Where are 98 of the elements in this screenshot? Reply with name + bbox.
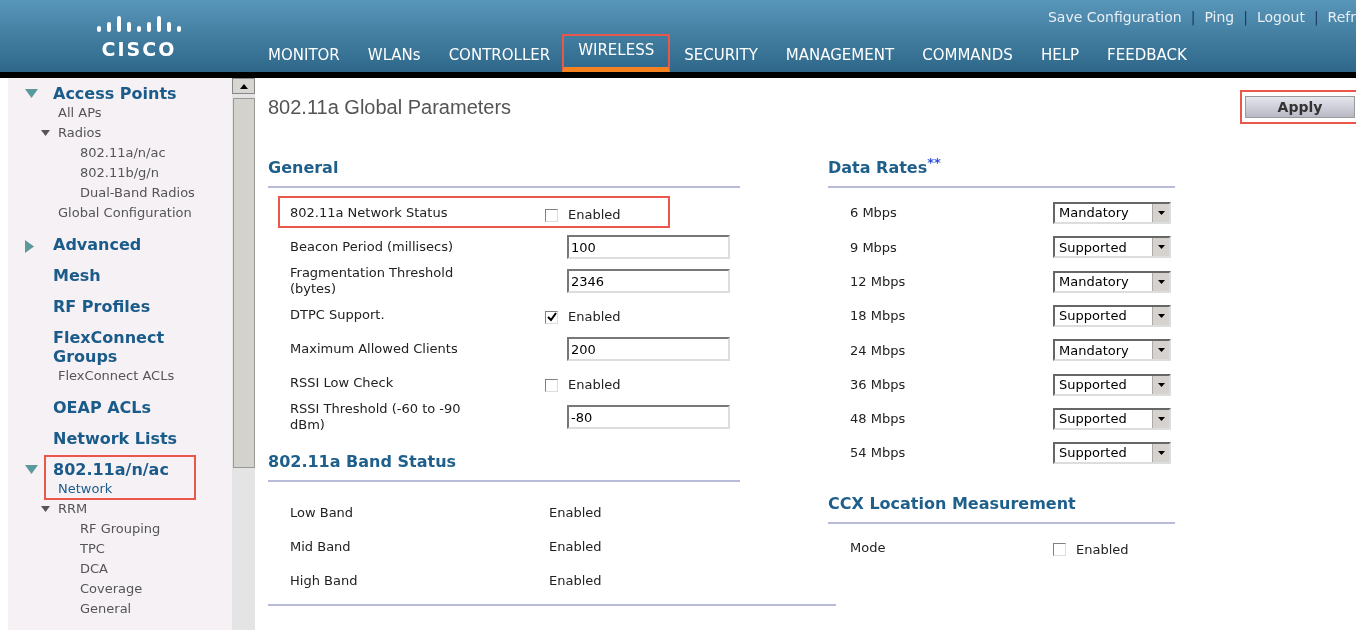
sidebar-item[interactable]: TPC <box>80 539 105 559</box>
rate-select[interactable]: Supported <box>1053 407 1171 430</box>
scrollbar-thumb[interactable] <box>233 98 255 468</box>
rate-label: 9 Mbps <box>850 238 898 257</box>
sidebar-section[interactable]: FlexConnect Groups <box>53 328 203 366</box>
dropdown-arrow-icon <box>1157 416 1165 421</box>
sidebar-item[interactable]: 802.11b/g/n <box>80 163 159 183</box>
sidebar-section[interactable]: Access Points <box>53 84 203 103</box>
link-separator: | <box>1243 7 1248 28</box>
checkbox-label: Enabled <box>1076 540 1129 559</box>
sidebar-section[interactable]: Mesh <box>53 266 203 285</box>
checkbox[interactable] <box>545 208 558 222</box>
band-status: Enabled <box>549 504 602 523</box>
rate-select[interactable]: Mandatory <box>1053 270 1171 293</box>
band-status: Enabled <box>549 538 602 557</box>
nav-tab[interactable]: MANAGEMENT <box>771 34 909 72</box>
sidebar-item[interactable]: Network <box>58 479 113 499</box>
sidebar-item[interactable]: Dual-Band Radios <box>80 183 195 203</box>
nav-tab[interactable]: COMMANDS <box>908 34 1027 72</box>
field-label: Beacon Period (millisecs) <box>290 239 454 255</box>
input-field[interactable]: -80 <box>567 405 730 429</box>
nav-tab[interactable]: WLANs <box>353 34 435 72</box>
section-heading: General <box>268 158 339 177</box>
section-heading: 802.11a Band Status <box>268 452 457 471</box>
checkbox[interactable] <box>545 310 558 324</box>
sidebar-section[interactable]: Network Lists <box>53 429 203 448</box>
dropdown-arrow-icon <box>1157 279 1165 284</box>
checkbox-label: Enabled <box>568 308 621 327</box>
dropdown-arrow-icon <box>1157 211 1165 216</box>
expand-triangle-icon[interactable] <box>41 130 50 136</box>
expand-triangle-icon[interactable] <box>25 89 38 98</box>
band-label: Low Band <box>290 504 355 523</box>
section-heading: CCX Location Measurement <box>828 494 1076 514</box>
dropdown-arrow-icon <box>1157 245 1165 250</box>
rate-select[interactable]: Mandatory <box>1053 202 1171 225</box>
rate-select[interactable]: Supported <box>1053 305 1171 328</box>
checkbox[interactable] <box>545 378 558 392</box>
band-label: High Band <box>290 572 359 591</box>
field-label: DTPC Support. <box>290 307 386 323</box>
sidebar-item[interactable]: DCA <box>80 559 108 579</box>
checkbox-label: Enabled <box>568 206 621 225</box>
input-field[interactable]: 100 <box>567 235 730 259</box>
rate-label: 54 Mbps <box>850 444 907 463</box>
sidebar-section[interactable]: RF Profiles <box>53 297 203 316</box>
field-label: RSSI Threshold (-60 to -90 dBm) <box>290 401 462 433</box>
band-label: Mid Band <box>290 538 352 557</box>
page-title: 802.11a Global Parameters <box>268 95 512 120</box>
field-label: RSSI Low Check <box>290 375 395 391</box>
sidebar-item[interactable]: RRM <box>58 499 88 519</box>
section-heading: Data Rates$^{**}$ <box>828 158 941 177</box>
nav-tab[interactable]: SECURITY <box>670 34 772 72</box>
rate-select[interactable]: Supported <box>1053 373 1171 396</box>
field-label: Mode <box>850 538 887 557</box>
expand-triangle-icon[interactable] <box>25 465 38 474</box>
sidebar-item[interactable]: Global Configuration <box>58 203 192 223</box>
dropdown-arrow-icon <box>1157 314 1165 319</box>
rate-label: 12 Mbps <box>850 273 907 291</box>
nav-tab[interactable]: MONITOR <box>268 34 354 72</box>
dropdown-arrow-icon <box>1157 451 1165 456</box>
sidebar-item[interactable]: RF Grouping <box>80 519 161 539</box>
sidebar-item[interactable]: 802.11a/n/ac <box>80 143 166 163</box>
checkbox[interactable] <box>1053 542 1066 556</box>
expand-triangle-icon[interactable] <box>25 240 34 253</box>
nav-tab[interactable]: FEEDBACK <box>1093 34 1201 72</box>
rate-label: 18 Mbps <box>850 307 907 326</box>
rate-select[interactable]: Mandatory <box>1053 339 1171 362</box>
checkbox-label: Enabled <box>568 376 621 395</box>
band-status: Enabled <box>549 572 602 591</box>
sidebar-item[interactable]: General <box>80 599 132 619</box>
sidebar-item[interactable]: Radios <box>58 123 102 143</box>
field-label: 802.11a Network Status <box>290 205 449 221</box>
nav-tab[interactable]: HELP <box>1026 34 1094 72</box>
sidebar-item[interactable]: Coverage <box>80 579 143 599</box>
rate-label: 6 Mbps <box>850 204 898 223</box>
input-field[interactable]: 2346 <box>567 269 730 293</box>
link-separator: | <box>1313 7 1319 28</box>
rate-label: 48 Mbps <box>850 410 907 429</box>
scroll-up-icon[interactable] <box>239 83 248 89</box>
input-field[interactable]: 200 <box>567 337 730 361</box>
expand-triangle-icon[interactable] <box>41 506 50 512</box>
logo-text: CISCO <box>101 38 177 60</box>
field-label: Maximum Allowed Clients <box>290 341 459 357</box>
sidebar-item[interactable]: All APs <box>58 103 102 123</box>
field-label: Fragmentation Threshold (bytes) <box>290 265 455 297</box>
dropdown-arrow-icon <box>1157 348 1165 353</box>
apply-button[interactable]: Apply <box>1245 96 1355 118</box>
dropdown-arrow-icon <box>1157 382 1165 387</box>
sidebar-section[interactable]: OEAP ACLs <box>53 398 203 417</box>
logo-icon <box>97 14 181 34</box>
sidebar-item[interactable]: FlexConnect ACLs <box>58 366 175 386</box>
rate-label: 24 Mbps <box>850 341 907 360</box>
rate-select[interactable]: Supported <box>1053 442 1171 465</box>
nav-tab[interactable]: CONTROLLER <box>434 34 565 72</box>
rate-label: 36 Mbps <box>850 375 907 394</box>
link-separator: | <box>1190 7 1196 28</box>
rate-select[interactable]: Supported <box>1053 236 1171 259</box>
sidebar-section[interactable]: Advanced <box>53 235 203 254</box>
sidebar-section[interactable]: 802.11a/n/ac <box>53 460 203 479</box>
